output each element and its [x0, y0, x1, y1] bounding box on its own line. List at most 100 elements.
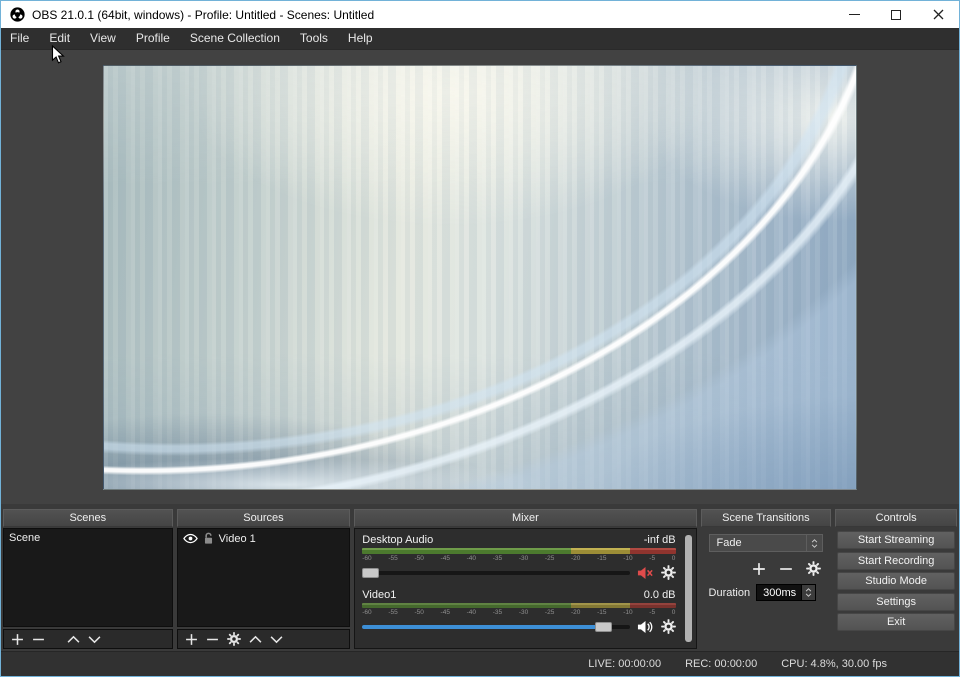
preview-waves: [104, 66, 856, 489]
source-move-up-button[interactable]: [249, 635, 262, 644]
source-name: Video 1: [219, 533, 256, 545]
mute-button[interactable]: [637, 620, 654, 634]
maximize-icon: [891, 10, 901, 20]
chevron-down-icon: [270, 635, 283, 644]
scenes-list: Scene: [3, 528, 173, 627]
window-title: OBS 21.0.1 (64bit, windows) - Profile: U…: [32, 8, 374, 22]
duration-label: Duration: [709, 587, 751, 599]
sources-panel: Sources Video 1: [177, 509, 351, 649]
minus-icon: [779, 562, 793, 576]
video-preview-canvas: [103, 65, 857, 490]
minimize-icon: [849, 14, 860, 15]
scene-list-item[interactable]: Scene: [4, 529, 172, 547]
volume-meter: [362, 603, 675, 608]
menu-file[interactable]: File: [2, 28, 39, 49]
start-recording-button[interactable]: Start Recording: [837, 552, 955, 570]
plus-icon: [185, 633, 198, 646]
plus-icon: [11, 633, 24, 646]
chevron-up-icon: [249, 635, 262, 644]
transition-properties-button[interactable]: [806, 561, 821, 576]
scenes-toolbar: [3, 629, 173, 649]
channel-settings-button[interactable]: [661, 619, 676, 634]
chevron-up-icon: [805, 588, 812, 592]
main-area: [1, 49, 959, 504]
scene-move-up-button[interactable]: [67, 635, 80, 644]
transition-selected-value: Fade: [717, 537, 742, 549]
obs-window: OBS 21.0.1 (64bit, windows) - Profile: U…: [0, 0, 960, 677]
visibility-eye-icon[interactable]: [183, 533, 198, 544]
meter-scale: -60-55-50-45-40-35-30-25-20-15-10-50: [362, 554, 675, 563]
scenes-panel: Scenes Scene: [3, 509, 173, 649]
remove-transition-button[interactable]: [779, 562, 793, 576]
minus-icon: [32, 633, 45, 646]
duration-row: Duration 300ms: [709, 584, 824, 601]
controls-panel-header[interactable]: Controls: [835, 509, 957, 527]
volume-slider[interactable]: [362, 625, 629, 629]
chevron-down-icon: [88, 635, 101, 644]
volume-slider-handle[interactable]: [595, 622, 612, 632]
sources-list: Video 1: [177, 528, 351, 627]
mute-button[interactable]: [637, 566, 654, 580]
start-streaming-button[interactable]: Start Streaming: [837, 531, 955, 549]
speaker-muted-icon: [637, 566, 654, 580]
menu-scene-collection[interactable]: Scene Collection: [180, 28, 290, 49]
duration-value: 300ms: [763, 587, 796, 599]
scene-transitions-panel: Scene Transitions Fade: [701, 509, 832, 649]
speaker-icon: [637, 620, 654, 634]
channel-settings-button[interactable]: [661, 565, 676, 580]
source-properties-button[interactable]: [227, 632, 241, 646]
exit-button[interactable]: Exit: [837, 613, 955, 631]
transitions-panel-header[interactable]: Scene Transitions: [701, 509, 832, 527]
settings-button[interactable]: Settings: [837, 593, 955, 611]
transition-actions: [709, 561, 822, 576]
channel-name: Desktop Audio: [362, 534, 433, 548]
menu-tools[interactable]: Tools: [290, 28, 338, 49]
menu-view[interactable]: View: [80, 28, 126, 49]
remove-scene-button[interactable]: [32, 633, 45, 646]
close-icon: [933, 9, 944, 20]
volume-slider-handle[interactable]: [362, 568, 379, 578]
mixer-scrollbar[interactable]: [685, 535, 692, 642]
gear-icon: [806, 561, 821, 576]
gear-icon: [661, 619, 676, 634]
close-button[interactable]: [917, 1, 959, 28]
mixer-panel-header[interactable]: Mixer: [354, 509, 696, 527]
transition-select-spinner[interactable]: [806, 535, 822, 551]
add-source-button[interactable]: [185, 633, 198, 646]
maximize-button[interactable]: [875, 1, 917, 28]
chevron-up-icon: [67, 635, 80, 644]
controls-panel: Controls Start Streaming Start Recording…: [835, 509, 957, 649]
title-bar[interactable]: OBS 21.0.1 (64bit, windows) - Profile: U…: [1, 1, 959, 28]
live-time: LIVE: 00:00:00: [588, 658, 661, 670]
window-controls: [833, 1, 959, 28]
cpu-fps: CPU: 4.8%, 30.00 fps: [781, 658, 887, 670]
sources-panel-header[interactable]: Sources: [177, 509, 351, 527]
chevron-down-icon: [811, 544, 818, 548]
menu-help[interactable]: Help: [338, 28, 383, 49]
remove-source-button[interactable]: [206, 633, 219, 646]
source-list-item[interactable]: Video 1: [178, 529, 350, 548]
duration-spinner[interactable]: [801, 585, 815, 600]
scenes-panel-header[interactable]: Scenes: [3, 509, 173, 527]
source-move-down-button[interactable]: [270, 635, 283, 644]
add-transition-button[interactable]: [752, 562, 766, 576]
duration-input[interactable]: 300ms: [756, 584, 816, 601]
gear-icon: [661, 565, 676, 580]
transitions-body: Fade D: [701, 527, 832, 649]
gear-icon: [227, 632, 241, 646]
rec-time: REC: 00:00:00: [685, 658, 757, 670]
minimize-button[interactable]: [833, 1, 875, 28]
menu-edit[interactable]: Edit: [39, 28, 80, 49]
menu-profile[interactable]: Profile: [126, 28, 180, 49]
meter-scale: -60-55-50-45-40-35-30-25-20-15-10-50: [362, 608, 675, 617]
studio-mode-button[interactable]: Studio Mode: [837, 572, 955, 590]
lock-icon[interactable]: [203, 532, 214, 545]
channel-level: 0.0 dB: [644, 589, 676, 603]
scene-move-down-button[interactable]: [88, 635, 101, 644]
add-scene-button[interactable]: [11, 633, 24, 646]
status-bar: LIVE: 00:00:00 REC: 00:00:00 CPU: 4.8%, …: [1, 651, 959, 676]
volume-slider[interactable]: [362, 571, 629, 575]
mixer-panel: Mixer Desktop Audio -inf dB -60-55-50-45…: [354, 509, 696, 649]
transition-select[interactable]: Fade: [709, 534, 824, 552]
sources-toolbar: [177, 629, 351, 649]
